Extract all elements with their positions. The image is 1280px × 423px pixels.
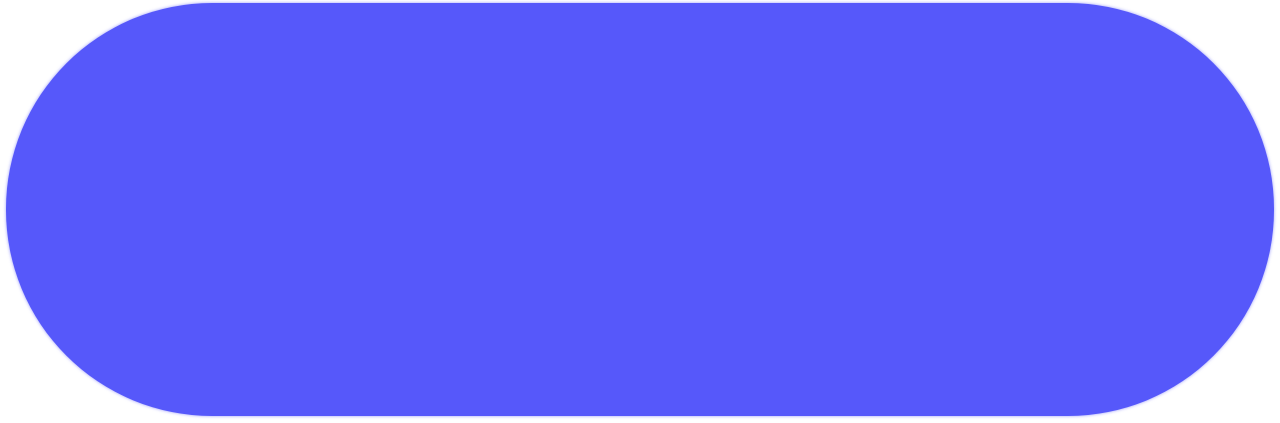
canvas bbox=[0, 0, 1280, 423]
primary-pill-button[interactable] bbox=[6, 3, 1274, 416]
